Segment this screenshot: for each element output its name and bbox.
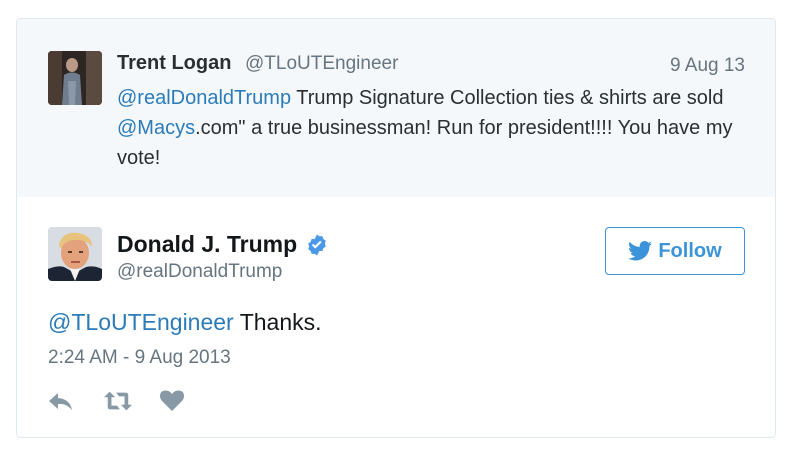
quoted-user-handle[interactable]: @TLoUTEngineer <box>245 53 398 75</box>
reply-icon <box>49 393 72 410</box>
author-avatar[interactable] <box>48 227 102 281</box>
quoted-text-part: .com" a true businessman! Run for presid… <box>117 117 733 169</box>
tweet-text-body: Thanks. <box>233 309 322 335</box>
quoted-text-part: Trump Signature Collection ties & shirts… <box>291 87 724 109</box>
retweet-button[interactable] <box>104 389 132 413</box>
tweet-text: @TLoUTEngineer Thanks. <box>48 309 322 336</box>
quoted-user-avatar[interactable] <box>48 51 102 105</box>
follow-button[interactable]: Follow <box>605 227 745 275</box>
quoted-tweet-text: @realDonaldTrump Trump Signature Collect… <box>117 83 737 173</box>
embedded-tweet-card: Trent Logan @TLoUTEngineer 9 Aug 13 @rea… <box>16 18 776 438</box>
author-name-text: Donald J. Trump <box>117 231 298 257</box>
author-handle[interactable]: @realDonaldTrump <box>117 261 282 283</box>
like-button[interactable] <box>160 389 188 413</box>
tweet-timestamp[interactable]: 2:24 AM - 9 Aug 2013 <box>48 347 231 369</box>
reply-button[interactable] <box>48 389 76 413</box>
quoted-user-name[interactable]: Trent Logan <box>117 52 231 75</box>
author-name[interactable]: Donald J. Trump <box>117 231 329 258</box>
mention-link[interactable]: @TLoUTEngineer <box>48 309 234 335</box>
mention-link[interactable]: @Macys <box>117 117 195 139</box>
mention-link[interactable]: @realDonaldTrump <box>117 87 291 109</box>
verified-badge-icon <box>308 234 326 255</box>
follow-button-label: Follow <box>658 239 722 262</box>
quoted-tweet[interactable]: Trent Logan @TLoUTEngineer 9 Aug 13 @rea… <box>17 19 775 197</box>
quoted-tweet-date[interactable]: 9 Aug 13 <box>670 55 745 77</box>
tweet-actions <box>48 389 216 413</box>
like-heart-icon <box>160 390 184 411</box>
twitter-bird-icon <box>628 241 653 261</box>
retweet-icon <box>104 391 132 411</box>
